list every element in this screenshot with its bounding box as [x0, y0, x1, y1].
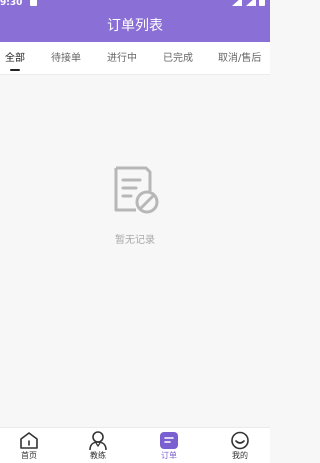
tab-cancel-aftersale[interactable]: 取消/售后	[218, 52, 261, 66]
active-tab-indicator	[10, 69, 20, 71]
nav-mine-label: 我的	[232, 451, 248, 460]
tab-completed[interactable]: 已完成	[163, 52, 193, 66]
signal-battery-icon	[232, 0, 265, 6]
profile-smile-icon	[231, 431, 249, 450]
nav-home[interactable]: 首页	[11, 430, 47, 463]
nav-coach-label: 教练	[90, 451, 106, 460]
nav-coach[interactable]: 教练	[80, 430, 116, 463]
nav-mine[interactable]: 我的	[222, 430, 258, 463]
nav-home-label: 首页	[21, 451, 37, 460]
no-record-document-icon	[114, 166, 159, 214]
order-icon	[160, 432, 178, 449]
home-icon	[20, 432, 38, 449]
nav-orders-label: 订单	[161, 451, 177, 460]
app-header: 9:30 订单列表	[0, 0, 270, 42]
tab-all[interactable]: 全部	[5, 52, 25, 66]
nav-orders[interactable]: 订单	[151, 430, 187, 463]
order-status-tabs: 全部 待接单 进行中 已完成 取消/售后	[0, 42, 270, 75]
status-bar: 9:30	[0, 0, 270, 10]
tab-in-progress[interactable]: 进行中	[107, 52, 137, 66]
empty-state-text: 暂无记录	[115, 235, 155, 246]
notification-icon	[30, 0, 37, 6]
tab-pending[interactable]: 待接单	[51, 52, 81, 66]
page-title: 订单列表	[107, 18, 163, 34]
bottom-nav: 首页 教练 订单 我的	[0, 427, 270, 463]
status-time: 9:30	[0, 0, 23, 8]
coach-person-icon	[89, 431, 107, 451]
